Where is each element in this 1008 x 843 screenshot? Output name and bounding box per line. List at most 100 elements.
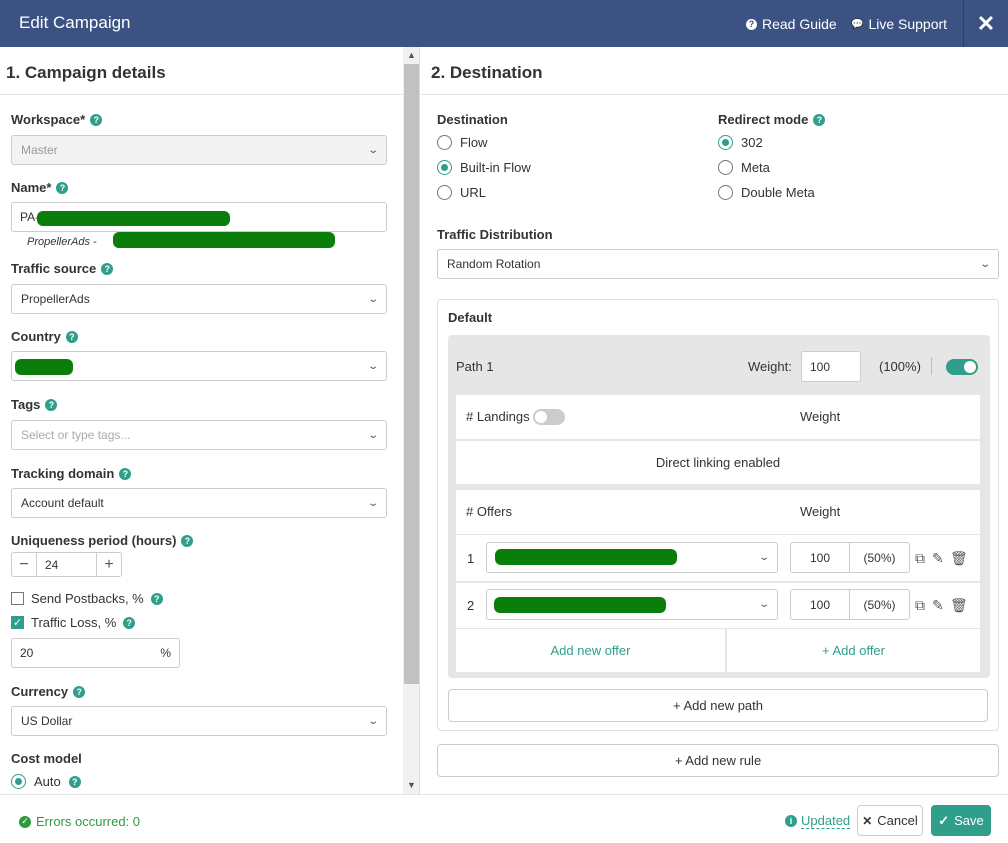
trash-icon[interactable]: 🗑 bbox=[950, 597, 968, 614]
check-circle-icon: ✓ bbox=[19, 815, 31, 828]
radio-icon[interactable] bbox=[718, 160, 733, 175]
help-icon[interactable]: ? bbox=[73, 685, 86, 698]
close-icon: ✕ bbox=[976, 10, 996, 36]
offer-weight-input[interactable]: 100 bbox=[790, 589, 850, 620]
dialog-title: Edit Campaign bbox=[19, 13, 131, 32]
check-icon[interactable]: ✓ bbox=[11, 616, 24, 629]
add-new-path-label: + Add new path bbox=[673, 698, 763, 713]
traffic-source-label: Traffic source? bbox=[11, 261, 114, 276]
traffic-source-select[interactable]: PropellerAds ⌄ bbox=[11, 284, 387, 314]
chevron-down-icon: ⌄ bbox=[366, 429, 379, 441]
offer-weight-input[interactable]: 100 bbox=[790, 542, 850, 573]
help-icon[interactable]: ? bbox=[181, 534, 194, 547]
radio-selected-icon[interactable] bbox=[11, 774, 26, 789]
help-icon[interactable]: ? bbox=[68, 775, 81, 788]
left-scrollbar[interactable]: ▲ ▼ bbox=[403, 47, 420, 794]
redirect-302-radio[interactable]: 302 bbox=[718, 135, 763, 150]
offer-number: 2 bbox=[467, 598, 475, 613]
path-name: Path 1 bbox=[456, 359, 494, 374]
tags-input[interactable]: Select or type tags... ⌄ bbox=[11, 420, 387, 450]
tags-label: Tags? bbox=[11, 397, 58, 412]
trash-icon[interactable]: 🗑 bbox=[950, 550, 968, 567]
radio-selected-icon[interactable] bbox=[718, 135, 733, 150]
pencil-icon[interactable]: ✎ bbox=[932, 550, 944, 567]
read-guide-link[interactable]: ? Read Guide bbox=[746, 16, 837, 32]
uniqueness-stepper: − 24 + bbox=[11, 552, 122, 577]
radio-icon[interactable] bbox=[718, 185, 733, 200]
offer-weight-percent: (50%) bbox=[849, 542, 910, 573]
scrollbar-thumb[interactable] bbox=[404, 64, 419, 684]
cost-model-auto-radio[interactable]: Auto? bbox=[11, 774, 81, 789]
uniqueness-label: Uniqueness period (hours)? bbox=[11, 533, 194, 548]
help-icon[interactable]: ? bbox=[90, 113, 103, 126]
redirect-option-label: 302 bbox=[741, 135, 763, 150]
add-new-rule-button[interactable]: + Add new rule bbox=[437, 744, 999, 777]
redaction-mark bbox=[113, 232, 335, 248]
live-support-label: Live Support bbox=[868, 16, 948, 32]
chat-bubbles-icon: 💬 bbox=[851, 18, 864, 30]
destination-url-radio[interactable]: URL bbox=[437, 185, 486, 200]
external-link-icon[interactable]: ⧉ bbox=[915, 550, 925, 567]
cost-model-auto-label: Auto bbox=[34, 774, 61, 789]
traffic-distribution-select[interactable]: Random Rotation ⌄ bbox=[437, 249, 999, 279]
add-offer-button[interactable]: + Add offer bbox=[727, 629, 980, 672]
plus-icon[interactable]: + bbox=[96, 553, 121, 576]
scroll-up-icon[interactable]: ▲ bbox=[403, 47, 420, 64]
cost-model-label-text: Cost model bbox=[11, 751, 82, 766]
destination-label: Destination bbox=[437, 112, 508, 127]
scroll-down-icon[interactable]: ▼ bbox=[403, 777, 420, 794]
chevron-down-icon: ⌄ bbox=[366, 497, 379, 509]
currency-select[interactable]: US Dollar ⌄ bbox=[11, 706, 387, 736]
help-icon[interactable]: ? bbox=[56, 181, 69, 194]
landings-toggle[interactable] bbox=[533, 409, 565, 425]
path-enabled-toggle[interactable] bbox=[946, 359, 978, 375]
destination-builtin-flow-radio[interactable]: Built-in Flow bbox=[437, 160, 531, 175]
help-icon[interactable]: ? bbox=[119, 467, 132, 480]
checkbox-icon[interactable] bbox=[11, 592, 24, 605]
landings-weight-header: Weight bbox=[800, 409, 841, 424]
live-support-link[interactable]: 💬 Live Support bbox=[851, 16, 947, 32]
offer-weight-value: 100 bbox=[809, 550, 831, 565]
updated-indicator[interactable]: i Updated bbox=[785, 813, 851, 829]
radio-icon[interactable] bbox=[437, 135, 452, 150]
save-button[interactable]: ✓ Save bbox=[931, 805, 991, 836]
help-icon[interactable]: ? bbox=[150, 592, 163, 605]
help-icon[interactable]: ? bbox=[101, 262, 114, 275]
redirect-meta-radio[interactable]: Meta bbox=[718, 160, 770, 175]
landings-label: # Landings bbox=[466, 409, 530, 424]
traffic-loss-checkbox[interactable]: ✓ Traffic Loss, %? bbox=[11, 615, 136, 630]
direct-linking-row: Direct linking enabled bbox=[456, 441, 980, 484]
chevron-down-icon: ⌄ bbox=[366, 144, 379, 156]
help-icon[interactable]: ? bbox=[123, 616, 136, 629]
external-link-icon[interactable]: ⧉ bbox=[915, 597, 925, 614]
chevron-down-icon: ⌄ bbox=[366, 715, 379, 727]
redirect-option-label: Double Meta bbox=[741, 185, 815, 200]
currency-value: US Dollar bbox=[21, 714, 73, 728]
path-weight-input[interactable]: 100 bbox=[801, 351, 861, 382]
destination-option-label: URL bbox=[460, 185, 487, 200]
help-icon[interactable]: ? bbox=[45, 398, 58, 411]
add-new-path-button[interactable]: + Add new path bbox=[448, 689, 988, 722]
redaction-mark bbox=[495, 549, 677, 565]
add-new-offer-button[interactable]: Add new offer bbox=[456, 629, 725, 672]
pencil-icon[interactable]: ✎ bbox=[932, 597, 944, 614]
minus-icon[interactable]: − bbox=[12, 553, 37, 576]
close-button[interactable]: ✕ bbox=[963, 0, 1008, 47]
traffic-loss-value: 20 bbox=[20, 646, 34, 660]
tracking-domain-select[interactable]: Account default ⌄ bbox=[11, 488, 387, 518]
traffic-loss-unit: % bbox=[160, 646, 171, 660]
name-label-text: Name* bbox=[11, 180, 52, 195]
chevron-down-icon: ⌄ bbox=[366, 360, 379, 372]
send-postbacks-checkbox[interactable]: Send Postbacks, %? bbox=[11, 591, 163, 606]
destination-flow-radio[interactable]: Flow bbox=[437, 135, 487, 150]
cancel-button[interactable]: ✕ Cancel bbox=[857, 805, 923, 836]
redirect-double-meta-radio[interactable]: Double Meta bbox=[718, 185, 815, 200]
help-icon[interactable]: ? bbox=[813, 113, 826, 126]
radio-icon[interactable] bbox=[437, 185, 452, 200]
offers-label: # Offers bbox=[466, 504, 513, 519]
help-icon[interactable]: ? bbox=[65, 330, 78, 343]
radio-selected-icon[interactable] bbox=[437, 160, 452, 175]
traffic-loss-input[interactable]: 20% bbox=[11, 638, 180, 668]
send-postbacks-label: Send Postbacks, % bbox=[31, 591, 144, 606]
uniqueness-value[interactable]: 24 bbox=[37, 558, 96, 572]
